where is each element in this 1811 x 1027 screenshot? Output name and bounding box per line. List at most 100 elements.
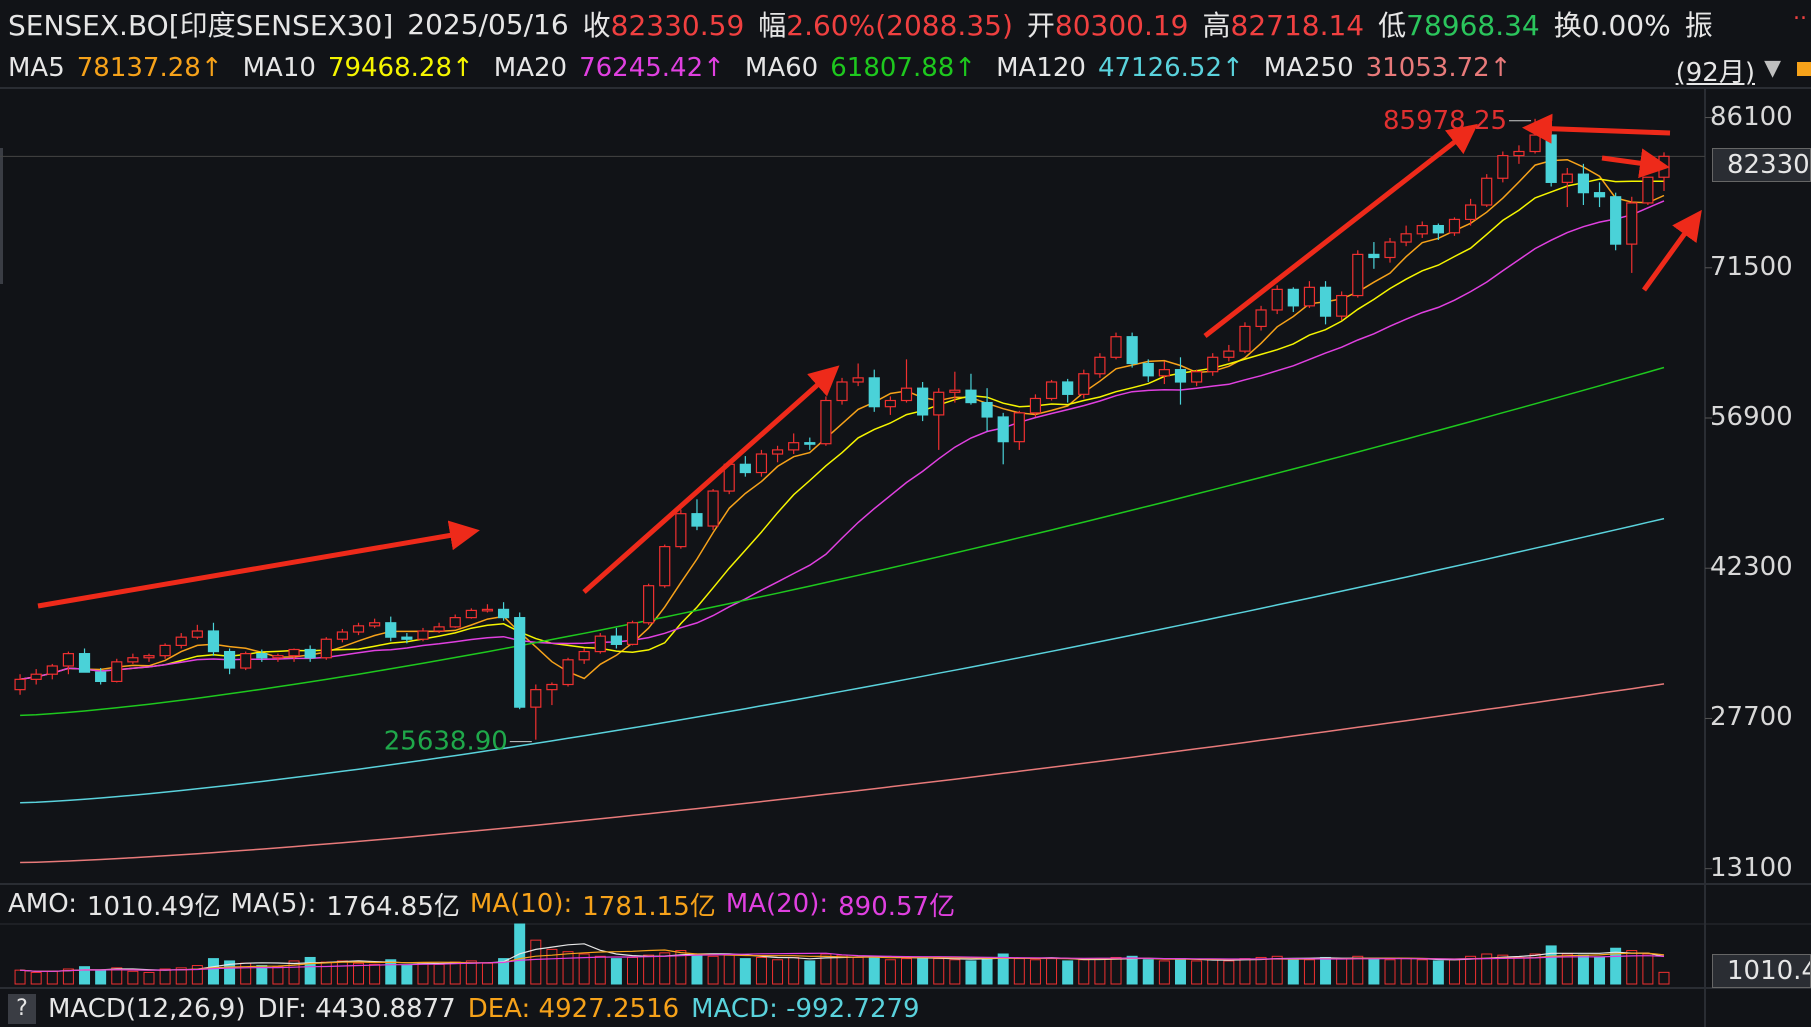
candle-body xyxy=(1303,286,1316,307)
amo-ma10-label: MA(10): xyxy=(469,889,573,919)
volume-bar xyxy=(1577,954,1589,985)
candle-body xyxy=(852,377,864,383)
ma-line-ma10 xyxy=(19,178,1665,681)
volume-bar xyxy=(917,956,929,985)
candle-body xyxy=(739,463,751,474)
candle-body xyxy=(433,626,445,632)
candle-body xyxy=(933,391,945,416)
candle-body xyxy=(352,625,365,633)
volume-bar xyxy=(1046,958,1058,985)
candle-body xyxy=(1013,412,1025,443)
volume-bar xyxy=(643,954,655,985)
volume-bar xyxy=(1320,956,1332,985)
volume-bar xyxy=(1336,958,1348,985)
ma-line-ma120 xyxy=(20,517,1665,804)
amo-ma20-value: 890.57亿 xyxy=(838,891,956,922)
volume-bar xyxy=(691,953,703,985)
volume-bar xyxy=(1078,959,1090,985)
candle-body xyxy=(836,381,848,402)
volume-bar xyxy=(836,954,848,985)
candle-body xyxy=(530,689,542,708)
volume-bar xyxy=(1013,958,1025,985)
dea-value: 4927.2516 xyxy=(538,993,680,1024)
candle-body xyxy=(514,617,526,708)
macd-value: -992.7279 xyxy=(786,993,920,1024)
y-tick-label: 27700 xyxy=(1710,702,1793,733)
candle-body xyxy=(1545,134,1557,183)
volume-bar xyxy=(320,961,332,985)
candle-body xyxy=(691,513,703,527)
volume-bar xyxy=(1368,958,1380,985)
candle-body xyxy=(1448,218,1461,234)
volume-bar xyxy=(933,958,945,985)
candle-body xyxy=(1658,155,1670,178)
candle-body xyxy=(1078,373,1090,395)
dif-value: 4430.8877 xyxy=(315,993,456,1024)
ma-line-ma60 xyxy=(20,366,1665,717)
volume-bar xyxy=(1191,960,1203,985)
candle-body xyxy=(207,630,220,653)
candle-body xyxy=(336,631,348,640)
volume-bar xyxy=(1303,959,1315,985)
candle-body xyxy=(481,608,494,612)
volume-bar xyxy=(1561,953,1573,985)
volume-bar xyxy=(1594,956,1606,985)
volume-bar xyxy=(868,955,880,985)
help-button[interactable]: ? xyxy=(8,993,36,1024)
volume-bar xyxy=(723,954,735,985)
candle-body xyxy=(1319,286,1332,317)
current-volume-tag: 1010.4 xyxy=(1712,954,1811,988)
volume-bar xyxy=(1465,955,1477,985)
dif-label: DIF: xyxy=(257,993,307,1024)
ma-line-ma250 xyxy=(20,683,1665,864)
candle-body xyxy=(1561,173,1573,183)
macd-label[interactable]: MACD(12,26,9) xyxy=(48,994,245,1024)
candle-body xyxy=(1336,294,1348,317)
volume-bar xyxy=(1029,959,1041,985)
candle-body xyxy=(675,513,687,548)
current-price-tag: 82330. xyxy=(1712,148,1811,182)
y-tick-label: 56900 xyxy=(1710,402,1793,432)
volume-bar xyxy=(1174,958,1186,985)
candle-body xyxy=(191,630,203,638)
candle-body xyxy=(272,655,284,659)
annotation-arrow xyxy=(1641,209,1702,292)
candle-body xyxy=(1642,176,1654,204)
volume-bar xyxy=(336,960,348,985)
annotation-arrow xyxy=(37,520,480,609)
amo-ma5-label: MA(5): xyxy=(230,889,317,919)
candle-body xyxy=(1062,381,1074,395)
candle-body xyxy=(788,442,800,451)
candle-body xyxy=(1464,204,1477,221)
volume-bar xyxy=(30,971,42,985)
candle-body xyxy=(1416,224,1428,235)
candle-body xyxy=(900,387,913,402)
volume-bar xyxy=(353,962,365,985)
y-tick-label: 71500 xyxy=(1710,251,1793,282)
amo-value: 1010.49亿 xyxy=(87,891,221,922)
volume-bar xyxy=(481,962,493,985)
volume-bar xyxy=(256,965,268,985)
candle-body xyxy=(1110,336,1122,358)
candle-body xyxy=(1593,192,1606,198)
macd-value-label: MACD: xyxy=(691,993,778,1024)
volume-bar xyxy=(304,956,316,985)
candlestick-chart[interactable]: 85978.25 25638.90 xyxy=(0,0,1811,1027)
candle-body xyxy=(626,622,639,645)
volume-bar xyxy=(207,958,219,985)
volume-bar xyxy=(272,966,284,985)
volume-bar xyxy=(804,960,816,985)
candle-body xyxy=(127,657,139,663)
volume-bar xyxy=(1062,960,1074,985)
candle-body xyxy=(949,389,961,393)
volume-bar xyxy=(1448,959,1460,985)
volume-bar xyxy=(401,965,413,985)
candle-body xyxy=(884,399,896,408)
candle-body xyxy=(1255,309,1267,328)
candle-body xyxy=(594,635,606,653)
candle-body xyxy=(385,622,397,638)
volume-bar xyxy=(594,955,606,985)
candle-body xyxy=(1626,202,1638,245)
volume-bar xyxy=(1545,945,1557,985)
candle-body xyxy=(465,609,477,619)
